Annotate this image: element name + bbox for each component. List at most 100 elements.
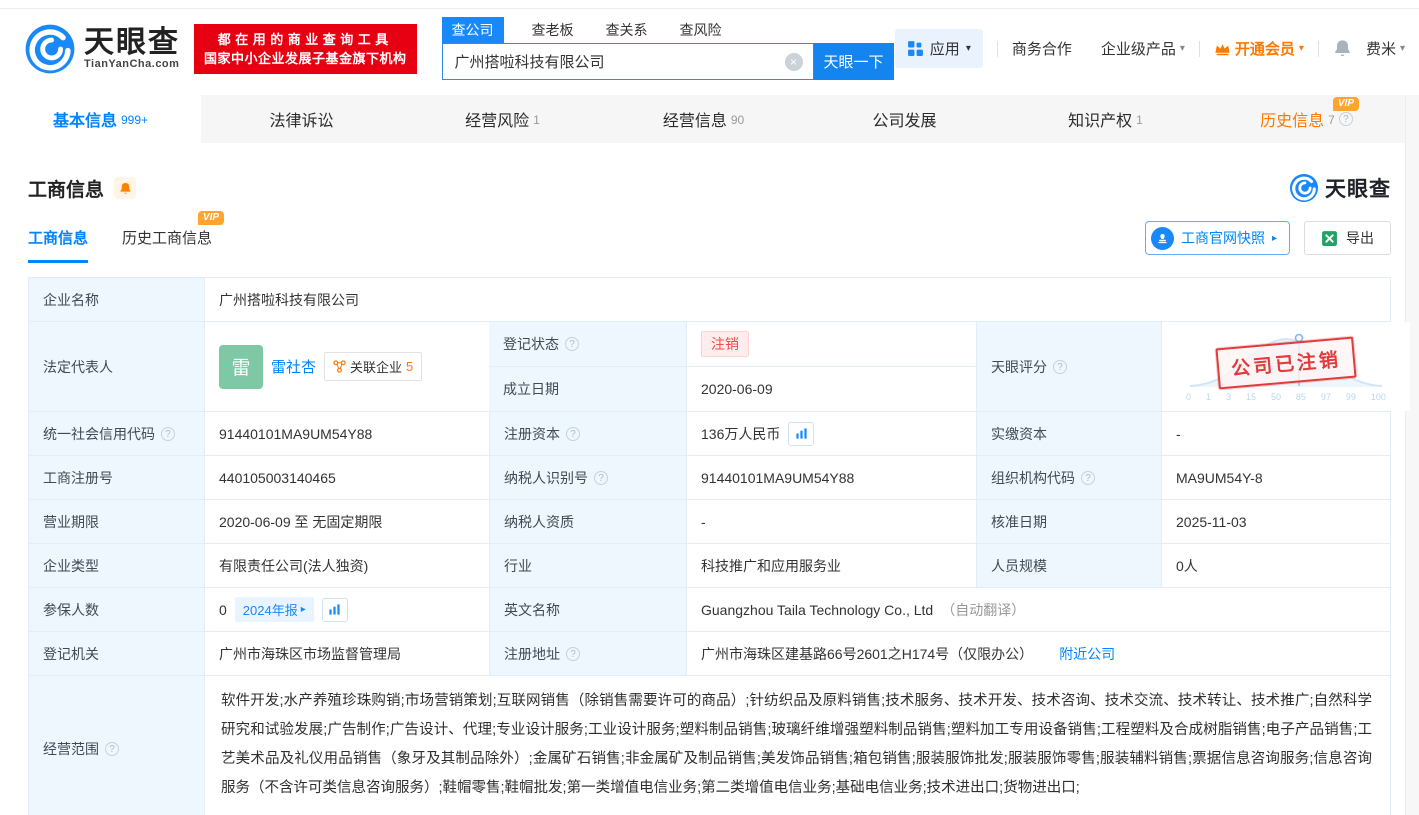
monitor-bell-button[interactable] (114, 177, 137, 199)
help-icon[interactable]: ? (1338, 112, 1353, 126)
nearby-companies-link[interactable]: 附近公司 (1059, 644, 1115, 664)
help-icon[interactable]: ? (566, 426, 580, 441)
nav-cooperation[interactable]: 商务合作 (1012, 38, 1072, 59)
tianyancha-watermark-logo: 天眼查 (1289, 173, 1391, 203)
legal-rep-name-link[interactable]: 雷社杏 (271, 356, 316, 377)
tab-legal-proceedings[interactable]: 法律诉讼 (201, 95, 402, 143)
field-label-reg-authority: 登记机关 (29, 632, 204, 675)
tab-basic-info[interactable]: 基本信息 999+ (0, 95, 201, 143)
export-label: 导出 (1346, 230, 1374, 246)
notifications-button[interactable] (1333, 39, 1352, 58)
scrollbar-track[interactable] (1405, 95, 1419, 815)
tab-label: 基本信息 (52, 113, 117, 130)
tianyancha-logo[interactable]: 天眼查 TianYanCha.com (24, 23, 180, 75)
company-tab-bar: 基本信息 999+ 法律诉讼 经营风险 1 经营信息 90 公司发展 知识产权 … (0, 95, 1405, 143)
tab-intellectual-property[interactable]: 知识产权 1 (1005, 95, 1206, 143)
annual-report-badge[interactable]: 2024年报 ▸ (234, 597, 314, 622)
search-button[interactable]: 天眼一下 (813, 43, 894, 80)
nav-user-menu[interactable]: 费米 ▾ (1366, 38, 1405, 59)
clear-search-icon[interactable]: × (784, 53, 803, 71)
tab-label: 公司发展 (872, 113, 937, 130)
table-row: 统一社会信用代码 ? 91440101MA9UM54Y88 注册资本 ? 136… (29, 411, 1390, 455)
field-label-company-name: 企业名称 (29, 278, 204, 321)
search-tab-boss[interactable]: 查老板 (522, 17, 584, 43)
auto-translate-note: （自动翻译） (941, 601, 1026, 618)
network-icon (333, 360, 346, 373)
field-value-taxpayer-id: 91440101MA9UM54Y88 (686, 456, 976, 499)
chevron-down-icon: ▾ (1399, 43, 1405, 54)
nav-enterprise-products[interactable]: 企业级产品 ▾ (1101, 38, 1185, 59)
bell-icon (1335, 40, 1350, 57)
tab-company-development[interactable]: 公司发展 (804, 95, 1005, 143)
tab-label: 法律诉讼 (269, 113, 334, 130)
nav-separator (996, 40, 998, 57)
excel-icon (1322, 230, 1337, 246)
vip-badge: VIP (197, 211, 225, 225)
field-label-taxpayer-id: 纳税人识别号 ? (489, 456, 686, 499)
field-value-english-name: Guangzhou Taila Technology Co., Ltd （自动翻… (686, 588, 1390, 631)
search-tab-company[interactable]: 查公司 (441, 17, 504, 43)
business-info-table: 企业名称 广州搭啦科技有限公司 法定代表人 雷 雷社杏 关联企业 5 登记状态 … (28, 277, 1410, 815)
search-tab-risk[interactable]: 查风险 (670, 17, 732, 43)
field-value-reg-capital: 136万人民币 (686, 412, 976, 455)
insured-chart-button[interactable] (321, 597, 348, 622)
legal-rep-avatar[interactable]: 雷 (219, 344, 263, 389)
search-tabs: 查公司 查老板 查关系 查风险 (441, 17, 894, 43)
watermark-brand: 天眼查 (1325, 178, 1391, 201)
tab-operating-risk[interactable]: 经营风险 1 (402, 95, 603, 143)
field-label-business-scope: 经营范围 ? (29, 676, 204, 815)
field-label-staff-size: 人员规模 (976, 544, 1161, 587)
nav-open-vip[interactable]: 开通会员 ▾ (1214, 38, 1304, 59)
slogan-banner: 都在用的商业查询工具 国家中小企业发展子基金旗下机构 (194, 23, 417, 74)
tab-count: 90 (730, 113, 745, 127)
field-label-insured: 参保人数 (29, 588, 204, 631)
help-icon[interactable]: ? (1081, 470, 1095, 485)
apps-menu[interactable]: 应用 ▾ (894, 29, 983, 68)
subtab-business-registration[interactable]: 工商信息 (28, 227, 89, 263)
slogan-line2: 国家中小企业发展子基金旗下机构 (204, 50, 407, 66)
subtab-history-registration[interactable]: VIP 历史工商信息 (122, 211, 225, 263)
field-label-business-term: 营业期限 (29, 500, 204, 543)
tab-history-info[interactable]: VIP 历史信息 7 ? (1206, 95, 1407, 143)
field-value-company-name: 广州搭啦科技有限公司 (204, 278, 1390, 321)
official-snapshot-button[interactable]: 工商官网快照 ▸ (1144, 221, 1290, 255)
bar-chart-icon (796, 428, 807, 439)
search-tab-relation[interactable]: 查关系 (596, 17, 658, 43)
tab-label: 历史信息 (1260, 113, 1325, 130)
insured-count: 0 (219, 601, 227, 618)
section-subtabs: 工商信息 VIP 历史工商信息 (28, 211, 225, 263)
help-icon[interactable]: ? (565, 337, 579, 351)
help-icon[interactable]: ? (161, 426, 175, 441)
subtab-label: 历史工商信息 (122, 230, 213, 247)
search-input[interactable] (442, 44, 813, 79)
apps-grid-icon (907, 41, 923, 56)
capital-chart-button[interactable] (788, 421, 815, 446)
apps-label: 应用 (929, 41, 960, 58)
username: 费米 (1365, 41, 1396, 58)
field-label-establish-date: 成立日期 (489, 367, 686, 411)
help-icon[interactable]: ? (105, 742, 119, 756)
reg-status-label: 登记状态 (503, 336, 559, 352)
tab-business-info[interactable]: 经营信息 90 (603, 95, 804, 143)
field-label-english-name: 英文名称 (489, 588, 686, 631)
tab-count: 999+ (120, 113, 149, 127)
field-label-paid-capital: 实缴资本 (976, 412, 1161, 455)
tab-count: 1 (533, 113, 540, 127)
english-name: Guangzhou Taila Technology Co., Ltd (701, 601, 934, 618)
help-icon[interactable]: ? (1053, 359, 1067, 374)
help-icon[interactable]: ? (566, 646, 580, 661)
related-companies-badge[interactable]: 关联企业 5 (324, 352, 423, 381)
field-label-legal-rep: 法定代表人 (29, 322, 204, 411)
page-top-divider (0, 0, 1419, 9)
help-icon[interactable]: ? (594, 470, 608, 485)
field-value-insured: 0 2024年报 ▸ (204, 588, 489, 631)
vip-label: 开通会员 (1234, 41, 1295, 58)
crown-icon (1215, 44, 1230, 56)
field-label-reg-number: 工商注册号 (29, 456, 204, 499)
related-count: 5 (406, 359, 414, 374)
search-box: × (441, 43, 814, 80)
export-button[interactable]: 导出 (1304, 221, 1391, 255)
table-row: 企业类型 有限责任公司(法人独资) 行业 科技推广和应用服务业 人员规模 0人 (29, 543, 1390, 587)
field-label-reg-capital: 注册资本 ? (489, 412, 686, 455)
search-area: 查公司 查老板 查关系 查风险 × 天眼一下 (441, 17, 894, 80)
